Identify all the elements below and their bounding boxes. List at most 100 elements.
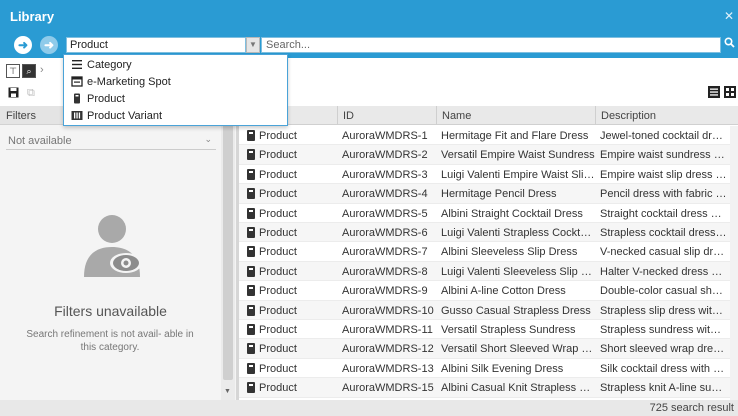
product-icon xyxy=(247,265,255,277)
column-header-description[interactable]: Description xyxy=(601,110,656,122)
left-scrollbar[interactable]: ▲ ▼ xyxy=(221,106,235,400)
product-icon xyxy=(247,304,255,316)
dropdown-item-product-variant[interactable]: Product Variant xyxy=(64,107,287,124)
left-scrollbar-thumb[interactable] xyxy=(223,118,233,380)
id-cell: AuroraWMDRS-4 xyxy=(342,188,428,201)
type-cell: Product xyxy=(259,382,297,395)
product-icon xyxy=(247,285,255,297)
description-cell: Empire waist sundress wi... xyxy=(600,149,727,162)
description-cell: Strapless cocktail dress ... xyxy=(600,227,727,239)
name-cell: Versatil Empire Waist Sundress xyxy=(441,149,595,162)
column-separator[interactable] xyxy=(436,106,437,125)
list-icon xyxy=(72,60,82,69)
table-row[interactable]: Product AuroraWMDRS-2 Versatil Empire Wais… xyxy=(239,145,738,165)
description-cell: Empire waist slip dress w... xyxy=(600,168,727,181)
type-cell: Product xyxy=(259,130,297,142)
id-cell: AuroraWMDRS-8 xyxy=(342,265,428,278)
type-cell: Product xyxy=(259,265,297,278)
name-cell: Albini Silk Evening Dress xyxy=(441,362,564,375)
table-row[interactable]: Product AuroraWMDRS-12 Versatil Short Slee… xyxy=(239,339,738,359)
copy-icon[interactable]: ⧉ xyxy=(27,87,35,100)
id-cell: AuroraWMDRS-1 xyxy=(342,130,428,142)
dropdown-item-label: Product Variant xyxy=(87,110,163,122)
column-header-id[interactable]: ID xyxy=(343,110,354,122)
description-cell: Double-color casual short... xyxy=(600,285,727,298)
id-cell: AuroraWMDRS-3 xyxy=(342,168,428,181)
result-count: 725 search result xyxy=(649,402,734,414)
table-row[interactable]: Product AuroraWMDRS-15 Albini Casual Knit … xyxy=(239,378,738,398)
dropdown-item-category[interactable]: Category xyxy=(64,56,287,73)
product-icon xyxy=(247,246,255,258)
search-icon[interactable] xyxy=(724,37,735,51)
filter-select[interactable]: Not available ⌄ xyxy=(6,132,216,150)
table-row[interactable]: Product AuroraWMDRS-3 Luigi Valenti Empire… xyxy=(239,165,738,185)
table-scrollbar[interactable] xyxy=(730,126,738,400)
description-cell: Strapless slip dress with l... xyxy=(600,304,727,317)
table-row[interactable]: Product AuroraWMDRS-11 Versatil Strapless … xyxy=(239,320,738,340)
filters-unavailable-subtitle: Search refinement is not avail- able in … xyxy=(26,329,194,353)
product-icon xyxy=(247,382,255,394)
table-row[interactable]: Product AuroraWMDRS-1 Hermitage Fit and Fl… xyxy=(239,126,738,146)
table-row[interactable]: Product AuroraWMDRS-9 Albini A-line Cotton… xyxy=(239,281,738,301)
dropdown-item-e-marketing-spot[interactable]: e-Marketing Spot xyxy=(64,73,287,90)
name-cell: Luigi Valenti Empire Waist Slip ... xyxy=(441,168,595,181)
product-icon xyxy=(247,168,255,180)
id-cell: AuroraWMDRS-6 xyxy=(342,227,428,239)
table-row[interactable]: Product AuroraWMDRS-6 Luigi Valenti Strapl… xyxy=(239,223,738,243)
name-cell: Gusso Casual Strapless Dress xyxy=(441,304,591,317)
dropdown-item-label: e-Marketing Spot xyxy=(87,76,171,88)
save-icon[interactable] xyxy=(8,87,19,101)
table-row[interactable]: Product AuroraWMDRS-10 Gusso Casual Strapl… xyxy=(239,300,738,320)
name-cell: Albini Sleeveless Slip Dress xyxy=(441,246,578,259)
filter-select-value: Not available xyxy=(8,135,72,147)
name-cell: Luigi Valenti Sleeveless Slip Dre... xyxy=(441,265,595,278)
product-icon xyxy=(74,93,80,104)
type-cell: Product xyxy=(259,149,297,162)
column-header-name[interactable]: Name xyxy=(442,110,471,122)
name-cell: Albini Straight Cocktail Dress xyxy=(441,207,583,220)
product-icon xyxy=(247,227,255,238)
tree-view-icon[interactable]: ⊤ xyxy=(6,64,20,78)
type-cell: Product xyxy=(259,207,297,220)
product-icon xyxy=(247,149,255,161)
type-cell: Product xyxy=(259,246,297,259)
scroll-down-icon[interactable]: ▼ xyxy=(224,388,231,395)
object-type-select[interactable]: Product xyxy=(66,37,246,53)
forward-arrow-icon[interactable]: ➜ xyxy=(40,36,58,54)
object-type-dropdown: Category e-Marketing Spot Product Produc… xyxy=(63,54,288,126)
table-row[interactable]: Product AuroraWMDRS-8 Luigi Valenti Sleeve… xyxy=(239,261,738,282)
type-cell: Product xyxy=(259,343,297,356)
description-cell: Straight cocktail dress wit... xyxy=(600,207,727,220)
title-bar: Library ✕ xyxy=(0,0,738,32)
list-view-icon[interactable] xyxy=(708,86,720,101)
column-separator[interactable] xyxy=(595,106,596,125)
dropdown-item-product[interactable]: Product xyxy=(64,90,287,107)
description-cell: Silk cocktail dress with pl... xyxy=(600,362,727,375)
close-icon[interactable]: ✕ xyxy=(724,9,734,23)
table-row[interactable]: Product AuroraWMDRS-5 Albini Straight Cock… xyxy=(239,204,738,223)
filters-panel: Filters Not available ⌄ Filters unavaila… xyxy=(0,106,236,400)
type-cell: Product xyxy=(259,304,297,317)
table-row[interactable]: Product AuroraWMDRS-7 Albini Sleeveless Sl… xyxy=(239,242,738,262)
grid-view-icon[interactable] xyxy=(724,86,736,101)
id-cell: AuroraWMDRS-9 xyxy=(342,285,428,298)
id-cell: AuroraWMDRS-15 xyxy=(342,382,434,395)
name-cell: Versatil Strapless Sundress xyxy=(441,324,576,336)
product-icon xyxy=(247,324,255,335)
id-cell: AuroraWMDRS-13 xyxy=(342,362,434,375)
name-cell: Albini Casual Knit Strapless Dre... xyxy=(441,382,595,395)
type-cell: Product xyxy=(259,168,297,181)
column-separator[interactable] xyxy=(337,106,338,125)
id-cell: AuroraWMDRS-5 xyxy=(342,207,428,220)
description-cell: V-necked casual slip dres... xyxy=(600,246,727,259)
search-view-icon[interactable]: ⌕ xyxy=(22,64,36,78)
product-variant-icon xyxy=(71,111,83,120)
back-arrow-icon[interactable]: ➜ xyxy=(14,36,32,54)
id-cell: AuroraWMDRS-11 xyxy=(342,324,433,336)
product-icon xyxy=(247,130,255,141)
table-row[interactable]: Product AuroraWMDRS-13 Albini Silk Evening… xyxy=(239,359,738,379)
table-row[interactable]: Product AuroraWMDRS-4 Hermitage Pencil Dre… xyxy=(239,184,738,204)
search-input[interactable] xyxy=(261,37,721,53)
object-type-dropdown-button[interactable]: ▼ xyxy=(246,37,260,53)
chevron-down-icon: ⌄ xyxy=(204,134,212,144)
